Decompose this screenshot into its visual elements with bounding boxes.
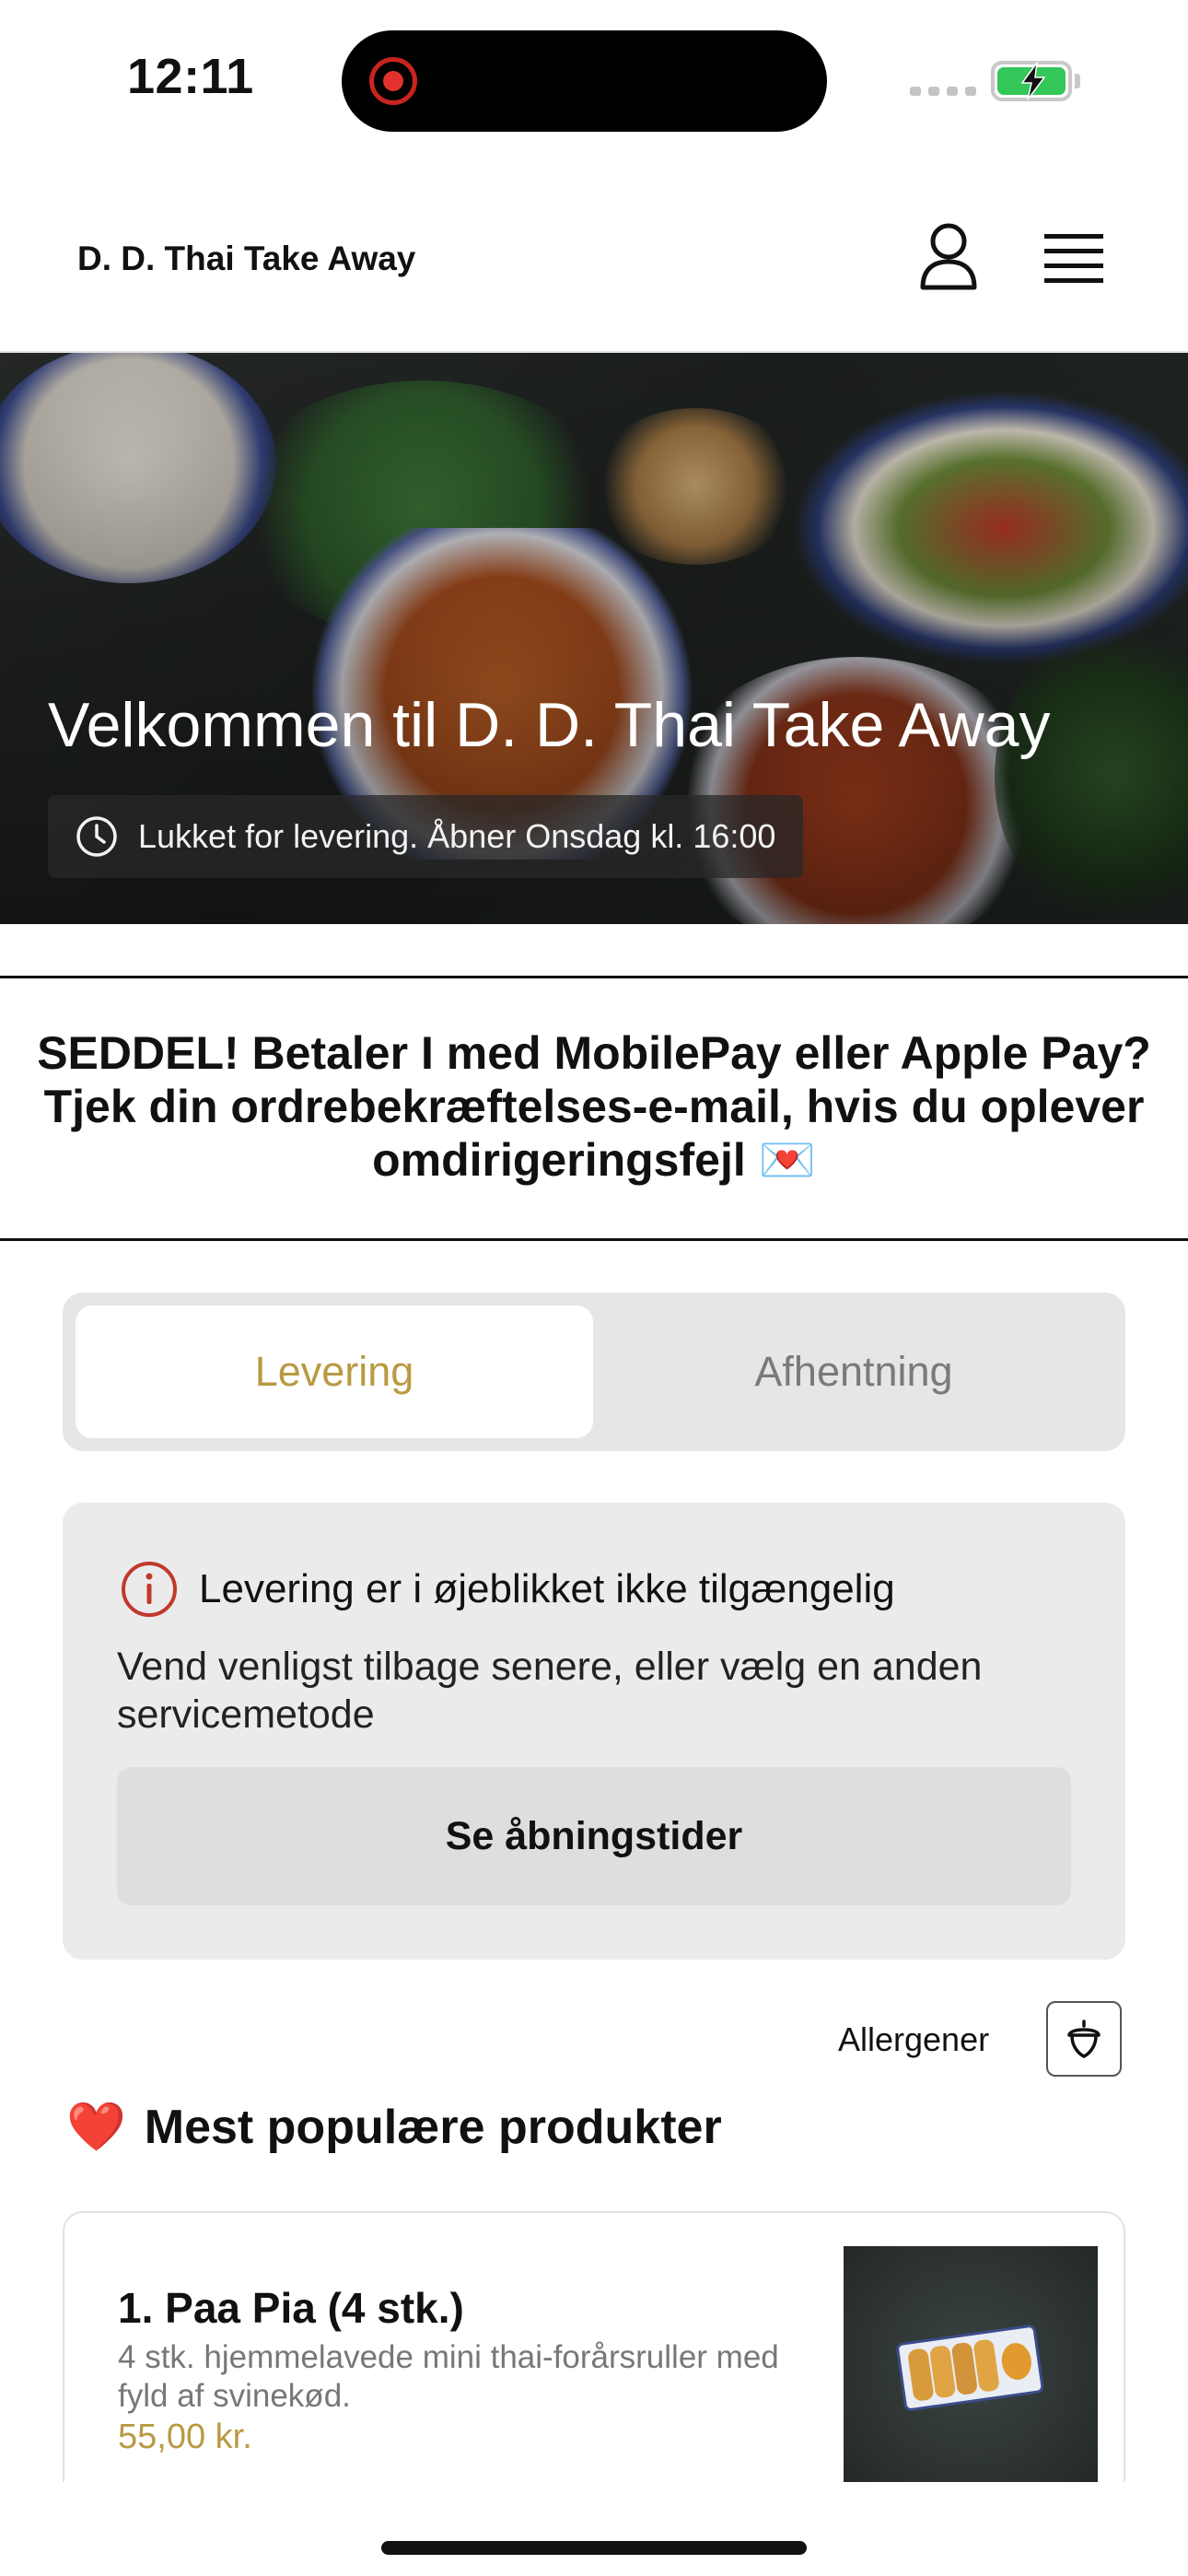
hero-title: Velkommen til D. D. Thai Take Away <box>48 690 1051 760</box>
battery-cap <box>1075 74 1080 88</box>
heart-icon: ❤️ <box>66 2101 126 2154</box>
user-icon[interactable] <box>917 221 980 291</box>
alert-message: Vend venligst tilbage senere, eller vælg… <box>117 1645 983 1737</box>
section-title: ❤️ Mest populære produkter <box>66 2099 722 2155</box>
clock-icon <box>76 816 117 857</box>
payment-notice-text: SEDDEL! Betaler I med MobilePay eller Ap… <box>37 1027 1151 1186</box>
status-bar: 12:11 <box>0 0 1188 157</box>
section-title-text: Mest populære produkter <box>144 2100 722 2154</box>
hero-banner: Velkommen til D. D. Thai Take Away Lukke… <box>0 353 1188 924</box>
opening-status-badge: Lukket for levering. Åbner Onsdag kl. 16… <box>48 795 804 878</box>
allergens-label[interactable]: Allergener <box>838 2020 989 2059</box>
menu-icon[interactable] <box>1044 232 1103 286</box>
service-method-toggle: Levering Afhentning <box>63 1293 1125 1451</box>
recording-icon <box>369 57 417 105</box>
opening-status-text: Lukket for levering. Åbner Onsdag kl. 16… <box>138 817 776 855</box>
payment-notice: SEDDEL! Betaler I med MobilePay eller Ap… <box>0 976 1188 1241</box>
info-icon <box>122 1562 177 1617</box>
clock: 12:11 <box>127 49 254 104</box>
product-description: 4 stk. hjemmelavede mini thai-forårsrull… <box>118 2339 779 2414</box>
tab-pickup[interactable]: Afhentning <box>595 1306 1112 1438</box>
bottom-area <box>0 2482 1188 2576</box>
product-name: 1. Paa Pia (4 stk.) <box>118 2284 464 2332</box>
brand-name[interactable]: D. D. Thai Take Away <box>77 240 415 278</box>
tab-delivery[interactable]: Levering <box>76 1306 593 1438</box>
acorn-icon <box>1067 2020 1101 2058</box>
home-indicator[interactable] <box>381 2541 807 2555</box>
allergens-button[interactable] <box>1046 2001 1122 2077</box>
battery-icon <box>991 61 1072 101</box>
app-header: D. D. Thai Take Away <box>0 184 1188 353</box>
alert-title: Levering er i øjeblikket ikke tilgængeli… <box>199 1566 895 1611</box>
opening-hours-button[interactable]: Se åbningstider <box>117 1767 1071 1905</box>
product-price: 55,00 kr. <box>118 2418 252 2456</box>
signal-icon <box>910 87 976 96</box>
delivery-unavailable-card: Levering er i øjeblikket ikke tilgængeli… <box>63 1503 1125 1960</box>
dynamic-island <box>342 30 827 132</box>
